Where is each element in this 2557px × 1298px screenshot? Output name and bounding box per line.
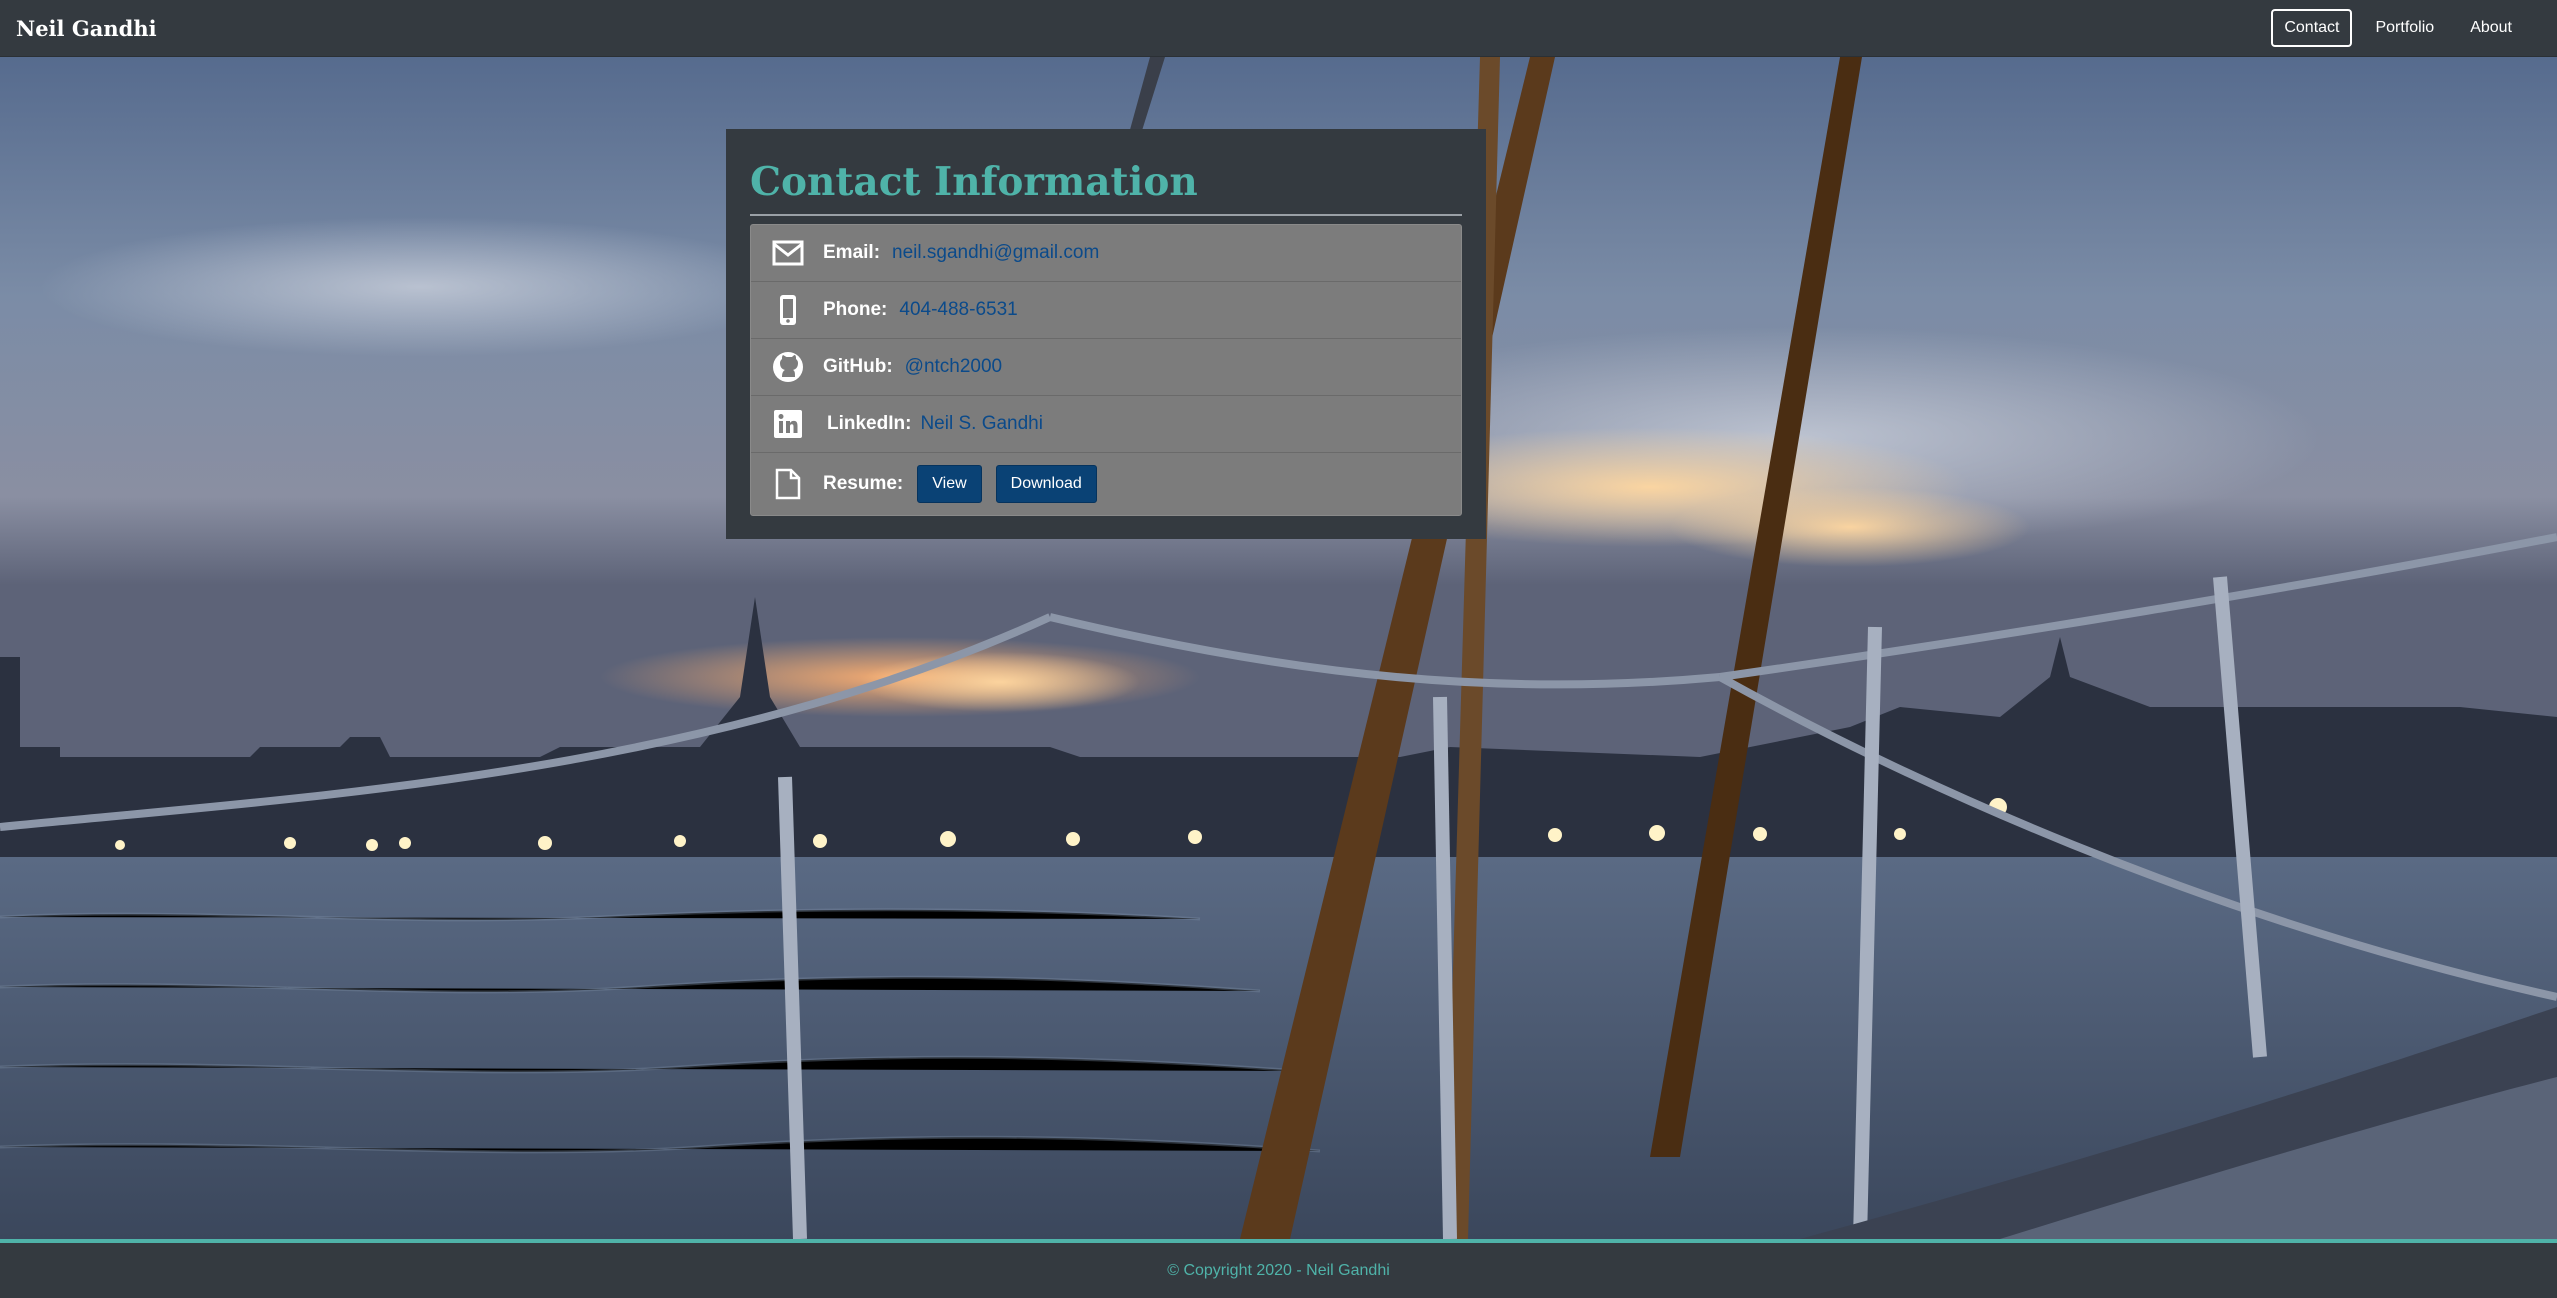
contact-row-email: Email: neil.sgandhi@gmail.com: [751, 225, 1461, 282]
contact-list: Email: neil.sgandhi@gmail.com Phone: 404…: [750, 223, 1462, 516]
nav-link-portfolio[interactable]: Portfolio: [2362, 9, 2447, 47]
github-link[interactable]: @ntch2000: [905, 356, 1002, 378]
contact-row-linkedin: LinkedIn: Neil S. Gandhi: [751, 396, 1461, 453]
contact-title: Contact Information: [750, 153, 1462, 216]
contact-row-github: GitHub: @ntch2000: [751, 339, 1461, 396]
copyright-text: © Copyright 2020 - Neil Gandhi: [1167, 1261, 1390, 1279]
mobile-phone-icon: [771, 293, 805, 327]
nav-link-contact[interactable]: Contact: [2271, 9, 2353, 47]
document-icon: [771, 467, 805, 501]
resume-download-button[interactable]: Download: [995, 464, 1097, 503]
resume-view-button[interactable]: View: [917, 464, 982, 503]
contact-row-phone: Phone: 404-488-6531: [751, 282, 1461, 339]
phone-label: Phone:: [823, 298, 888, 320]
email-label: Email:: [823, 241, 881, 263]
contact-card: Contact Information Email: neil.sgandhi@…: [726, 129, 1486, 539]
github-icon: [771, 350, 805, 384]
linkedin-label: LinkedIn:: [827, 412, 912, 434]
envelope-icon: [771, 236, 805, 270]
linkedin-link[interactable]: Neil S. Gandhi: [920, 413, 1043, 435]
contact-row-resume: Resume: View Download: [751, 453, 1461, 515]
github-label: GitHub:: [823, 355, 893, 377]
navbar: Neil Gandhi Contact Portfolio About: [0, 0, 2557, 57]
linkedin-icon: [771, 407, 805, 441]
resume-label: Resume:: [823, 472, 904, 494]
phone-link[interactable]: 404-488-6531: [899, 299, 1017, 321]
nav-links: Contact Portfolio About: [2271, 9, 2525, 47]
nav-link-about[interactable]: About: [2457, 9, 2525, 47]
footer: © Copyright 2020 - Neil Gandhi: [0, 1239, 2557, 1298]
brand-logo[interactable]: Neil Gandhi: [16, 16, 157, 41]
email-link[interactable]: neil.sgandhi@gmail.com: [892, 242, 1099, 264]
